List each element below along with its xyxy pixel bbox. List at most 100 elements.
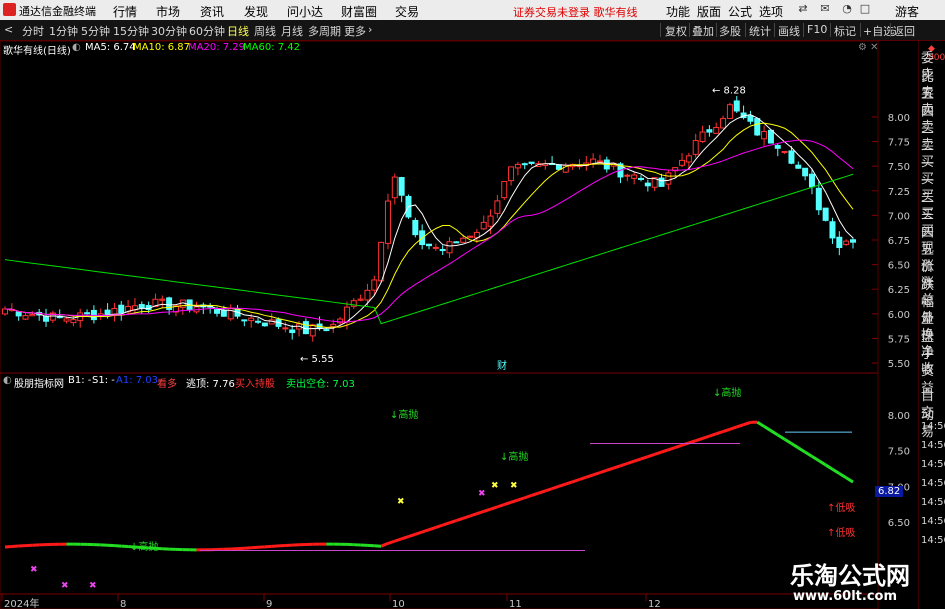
kline-chart-area[interactable]: ↓高抛 ↓高抛 ↓高抛 ↓高抛 ↑低吸 ↑低吸 ✖ ✖ ✖ ✖ ✖ ✖ ✖ 8.00 7.75 7.50 7.… xyxy=(0,41,918,609)
candle-body xyxy=(822,207,829,221)
candle-body xyxy=(453,241,460,244)
menu-wealth[interactable]: 财富圈 xyxy=(341,3,377,20)
candle-body xyxy=(850,239,856,243)
user-icon[interactable]: ◔ xyxy=(840,2,854,16)
side-quote-panel: ◆ 000 委比 卖五 卖四 卖三 卖二 卖一 买一 买二 买三 买四 买五 现价 涨跌 涨幅 总量 外盘 换手净… xyxy=(918,41,945,609)
tool-f10[interactable]: F10 xyxy=(807,23,827,36)
candle-body xyxy=(624,174,631,177)
tool-draw[interactable]: 画线 xyxy=(778,23,800,39)
watermark-title: 乐淘公式网 xyxy=(790,562,910,590)
candle-body xyxy=(70,319,77,324)
candle-body xyxy=(22,315,29,320)
period-5min[interactable]: 5分钟 xyxy=(81,23,110,39)
tool-statistics[interactable]: 统计 xyxy=(749,23,771,39)
period-daily[interactable]: 日线 xyxy=(227,23,249,39)
price-tick-label: 7.75 xyxy=(888,138,910,149)
indicator-trend-segment xyxy=(544,487,553,493)
back-arrow-icon[interactable]: < xyxy=(4,23,13,36)
candle-body xyxy=(255,320,262,323)
candle-body xyxy=(84,312,91,315)
period-30min[interactable]: 30分钟 xyxy=(151,23,187,39)
indicator-trend-segment xyxy=(442,521,450,527)
candle-body xyxy=(364,289,371,301)
candle-body xyxy=(774,145,781,149)
tool-overlay[interactable]: 叠加 xyxy=(692,23,714,39)
candle-body xyxy=(665,172,672,185)
price-tick-label: 7.00 xyxy=(888,211,910,222)
login-notice[interactable]: 证券交易未登录 歌华有线 xyxy=(513,4,638,20)
candle-body xyxy=(699,131,706,143)
period-multi[interactable]: 多周期 xyxy=(308,23,341,39)
ma20-legend: MA20: 7.29 xyxy=(188,42,246,53)
indicator-trend-segment xyxy=(387,539,396,545)
candle-body xyxy=(357,298,364,301)
indicator-trend-segment xyxy=(524,494,533,500)
indicator-sell-empty: 卖出空仓: 7.03 xyxy=(286,379,355,390)
candle-body xyxy=(596,160,603,163)
period-weekly[interactable]: 周线 xyxy=(254,23,276,39)
indicator-collapse-icon[interactable]: ◐ xyxy=(3,375,12,386)
tool-back[interactable]: 返回 xyxy=(893,23,915,39)
restore-icon[interactable]: □ xyxy=(858,2,872,16)
indicator-trend-segment xyxy=(558,482,567,488)
period-tick[interactable]: 分时 xyxy=(22,23,44,39)
indicator-trend-segment xyxy=(736,423,745,429)
switch-icon[interactable]: ⇄ xyxy=(796,2,810,16)
menu-ask[interactable]: 问小达 xyxy=(287,3,323,20)
period-monthly[interactable]: 月线 xyxy=(281,23,303,39)
mail-icon[interactable]: ✉ xyxy=(818,2,832,16)
tool-adjust[interactable]: 复权 xyxy=(665,23,687,39)
period-more[interactable]: 更多 xyxy=(344,23,366,39)
time-tick-label: 2024年 xyxy=(4,597,39,609)
menu-layout[interactable]: 版面 xyxy=(697,3,721,20)
candle-body xyxy=(829,221,836,239)
app-name: 通达信金融终端 xyxy=(19,5,96,18)
indicator-trend-segment xyxy=(640,455,649,461)
candle-body xyxy=(836,236,843,249)
tool-mark[interactable]: 标记 xyxy=(834,23,856,39)
price-tick-label: 6.00 xyxy=(888,310,910,321)
indicator-trend-segment xyxy=(722,427,731,433)
candle-body xyxy=(43,315,50,322)
indicator-trend-segment xyxy=(661,448,669,454)
candle-body xyxy=(706,129,713,133)
indicator-current-value: 6.82 xyxy=(875,486,904,497)
period-1min[interactable]: 1分钟 xyxy=(49,23,78,39)
menu-bar: 通达信金融终端 行情 市场 资讯 发现 问小达 财富圈 交易 证券交易未登录 歌… xyxy=(0,0,945,20)
main-chart-title: 歌华有线(日线) xyxy=(3,46,71,57)
period-60min[interactable]: 60分钟 xyxy=(189,23,225,39)
candle-body xyxy=(501,181,508,199)
chart-settings-icon[interactable]: ⚙ ✕ xyxy=(858,42,879,53)
menu-options[interactable]: 选项 xyxy=(759,3,783,20)
candle-body xyxy=(220,309,227,317)
user-status[interactable]: 游客 xyxy=(895,3,919,20)
candle-body xyxy=(391,176,398,199)
indicator-trend-segment xyxy=(421,528,430,534)
indicator-trend-segment xyxy=(790,442,800,450)
time-tick-label: 10 xyxy=(392,599,405,609)
indicator-trend-segment xyxy=(455,516,464,522)
period-15min[interactable]: 15分钟 xyxy=(113,23,149,39)
candle-body xyxy=(713,127,720,134)
ma5-legend: MA5: 6.74 xyxy=(85,42,136,53)
menu-trade[interactable]: 交易 xyxy=(395,3,419,20)
candle-body xyxy=(733,100,740,112)
indicator-trend-segment xyxy=(804,450,813,458)
candle-body xyxy=(323,329,330,332)
indicator-signal-label: ↓高抛 xyxy=(130,540,158,553)
menu-function[interactable]: 功能 xyxy=(666,3,690,20)
price-tick-label: 6.75 xyxy=(888,236,910,247)
more-arrow-icon[interactable]: › xyxy=(368,23,372,36)
collapse-icon[interactable]: ◐ xyxy=(72,42,81,53)
menu-formula[interactable]: 公式 xyxy=(728,3,752,20)
menu-quotes[interactable]: 行情 xyxy=(113,3,137,20)
candle-body xyxy=(330,323,337,328)
menu-news[interactable]: 资讯 xyxy=(200,3,224,20)
time-tick-label: 11 xyxy=(509,599,522,609)
menu-discover[interactable]: 发现 xyxy=(244,3,268,20)
menu-market[interactable]: 市场 xyxy=(156,3,180,20)
indicator-trend-segment xyxy=(708,432,717,438)
tool-multi-stock[interactable]: 多股 xyxy=(719,23,741,39)
candle-body xyxy=(426,243,432,247)
candle-body xyxy=(467,235,474,238)
